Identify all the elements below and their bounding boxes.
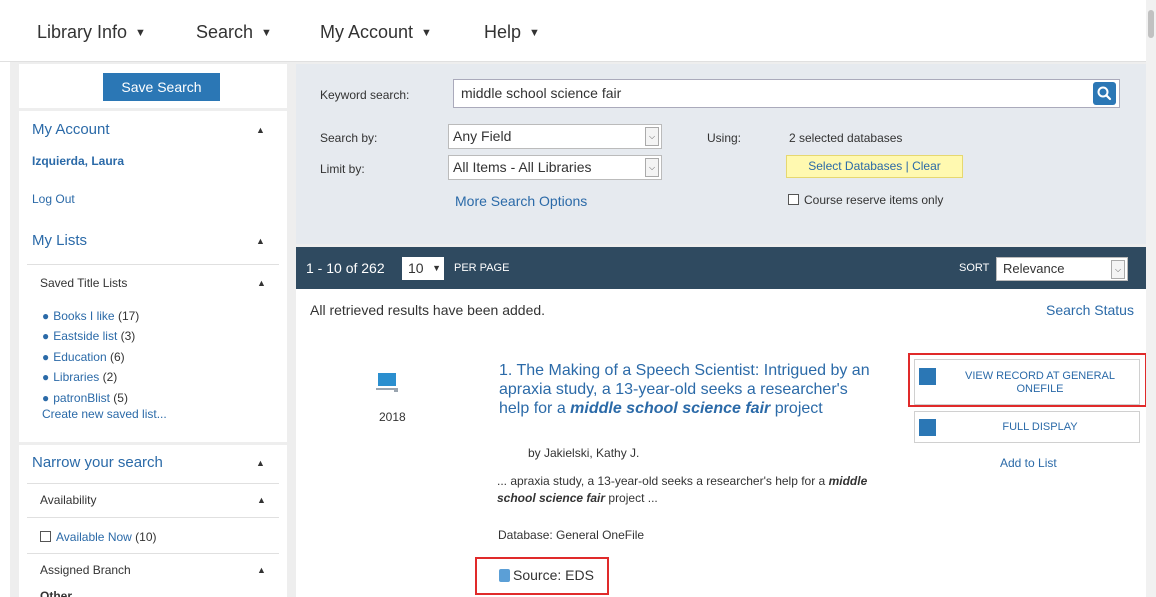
result-year: 2018 [379, 410, 406, 424]
keyword-label: Keyword search: [320, 88, 410, 102]
collapse-icon[interactable]: ▲ [257, 278, 266, 288]
narrow-search-panel: Narrow your search ▲ Availability ▲ Avai… [19, 445, 287, 597]
list-item[interactable]: ● patronBlist (5) [42, 391, 128, 405]
full-display-button[interactable]: FULL DISPLAY [914, 411, 1140, 443]
my-lists-panel: My Lists ▲ Saved Title Lists ▲ ● Books I … [19, 222, 287, 442]
nav-search[interactable]: Search ▼ [196, 22, 272, 43]
collapse-icon[interactable]: ▲ [257, 495, 266, 505]
search-by-label: Search by: [320, 131, 378, 145]
course-reserve-option[interactable]: Course reserve items only [788, 193, 943, 207]
select-databases-button[interactable]: Select Databases | Clear [786, 155, 963, 178]
checkbox[interactable] [788, 194, 799, 205]
my-lists-title[interactable]: My Lists [32, 232, 87, 249]
user-name-link[interactable]: Izquierda, Laura [32, 154, 124, 168]
top-nav: Library Info ▼ Search ▼ My Account ▼ Help ▼ [0, 0, 1146, 62]
collapse-icon[interactable]: ▲ [257, 565, 266, 575]
result-range: 1 - 10 of 262 [306, 260, 385, 276]
scrollbar[interactable] [1146, 0, 1156, 597]
highlight-box [908, 353, 1147, 407]
other-label: Other [40, 589, 73, 597]
checkbox[interactable] [40, 531, 51, 542]
using-value: 2 selected databases [789, 131, 903, 145]
save-search-panel: Save Search [19, 64, 287, 108]
sort-select[interactable]: Relevance ⌵ [996, 257, 1128, 281]
divider [27, 553, 279, 554]
search-by-select[interactable]: Any Field ⌵ [448, 124, 662, 149]
computer-icon [376, 373, 398, 392]
collapse-icon[interactable]: ▲ [256, 125, 265, 135]
status-message: All retrieved results have been added. [310, 302, 546, 318]
highlight-box [475, 557, 609, 595]
limit-by-label: Limit by: [320, 162, 365, 176]
chevron-down-icon: ▼ [432, 263, 441, 273]
per-page-select[interactable]: 10 ▼ [402, 257, 444, 280]
select-databases-link[interactable]: Select Databases [808, 159, 902, 173]
chevron-down-icon: ⌵ [1111, 260, 1125, 279]
assigned-branch-label: Assigned Branch [40, 563, 131, 577]
create-list-link[interactable]: Create new saved list... [42, 407, 167, 421]
result-title-link[interactable]: 1. The Making of a Speech Scientist: Int… [499, 361, 879, 418]
more-search-options-link[interactable]: More Search Options [455, 193, 587, 209]
bullet-icon: ● [42, 350, 50, 364]
list-item[interactable]: ● Books I like (17) [42, 309, 139, 323]
bullet-icon: ● [42, 391, 50, 405]
chevron-down-icon: ▼ [529, 27, 540, 39]
left-sidebar: Save Search My Account ▲ Izquierda, Laur… [19, 64, 287, 597]
chevron-down-icon: ⌵ [645, 127, 659, 146]
list-item[interactable]: ● Libraries (2) [42, 370, 117, 384]
chevron-down-icon: ⌵ [645, 158, 659, 177]
log-out-link[interactable]: Log Out [32, 192, 75, 206]
narrow-title[interactable]: Narrow your search [32, 454, 163, 471]
divider [27, 517, 279, 518]
nav-help[interactable]: Help ▼ [484, 22, 540, 43]
keyword-search-input[interactable]: middle school science fair [453, 79, 1120, 108]
chevron-down-icon: ▼ [261, 27, 272, 39]
result-snippet: ... apraxia study, a 13-year-old seeks a… [497, 474, 868, 505]
results-list [296, 289, 1146, 597]
limit-by-select[interactable]: All Items - All Libraries ⌵ [448, 155, 662, 180]
bullet-icon: ● [42, 329, 50, 343]
availability-label: Availability [40, 493, 97, 507]
result-database: Database: General OneFile [498, 528, 645, 542]
using-label: Using: [707, 131, 742, 145]
my-account-title[interactable]: My Account [32, 121, 110, 138]
list-item[interactable]: ● Education (6) [42, 350, 125, 364]
bullet-icon: ● [42, 370, 50, 384]
scrollbar-thumb[interactable] [1148, 10, 1154, 38]
available-now-filter[interactable]: Available Now (10) [40, 530, 157, 544]
divider [27, 483, 279, 484]
chevron-down-icon: ▼ [135, 27, 146, 39]
add-to-list-link[interactable]: Add to List [1000, 456, 1057, 470]
save-search-button[interactable]: Save Search [103, 73, 220, 101]
chevron-down-icon: ▼ [421, 27, 432, 39]
nav-my-account[interactable]: My Account ▼ [320, 22, 432, 43]
clear-link[interactable]: Clear [912, 159, 941, 173]
collapse-icon[interactable]: ▲ [256, 458, 265, 468]
search-button[interactable] [1093, 82, 1116, 105]
result-author: by Jakielski, Kathy J. [528, 446, 640, 460]
search-icon [1097, 86, 1112, 101]
saved-title-lists-label: Saved Title Lists [40, 276, 128, 290]
per-page-label: PER PAGE [454, 262, 510, 274]
sort-label: SORT [959, 262, 990, 274]
list-icon [919, 419, 936, 436]
search-status-link[interactable]: Search Status [1046, 302, 1134, 318]
collapse-icon[interactable]: ▲ [256, 236, 265, 246]
list-item[interactable]: ● Eastside list (3) [42, 329, 135, 343]
bullet-icon: ● [42, 309, 50, 323]
divider [27, 264, 279, 265]
nav-library-info[interactable]: Library Info ▼ [37, 22, 146, 43]
